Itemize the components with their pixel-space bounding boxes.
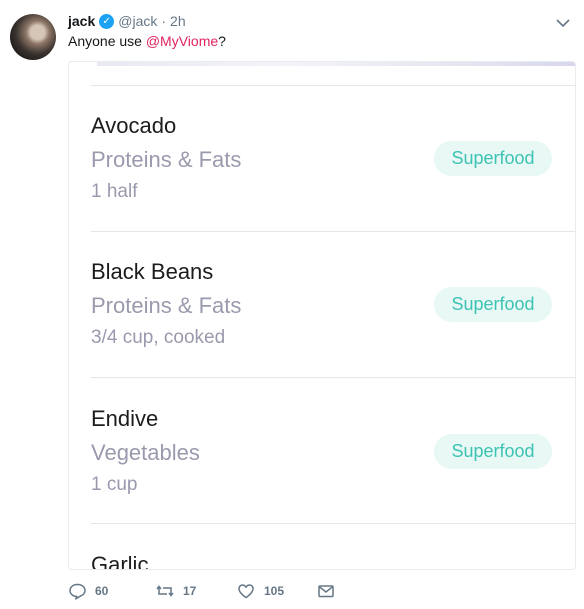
tweet-time[interactable]: 2h [170, 13, 186, 29]
author-handle[interactable]: @jack [118, 13, 157, 29]
envelope-icon [318, 585, 334, 598]
separator-dot: · [161, 13, 167, 29]
direct-message-button[interactable] [317, 582, 335, 600]
tweet-text: Anyone use @MyViome? [68, 33, 226, 49]
food-amount: 3/4 cup, cooked [91, 327, 226, 348]
divider [91, 85, 575, 86]
tweet-actions: 60 17 105 [68, 580, 335, 602]
divider [91, 231, 575, 232]
chevron-down-icon[interactable] [554, 14, 572, 32]
divider [91, 523, 575, 524]
divider [91, 377, 575, 378]
food-amount: 1 cup [91, 474, 138, 495]
like-count: 105 [264, 584, 285, 598]
food-name: Endive [91, 406, 159, 431]
tweet-text-suffix: ? [218, 33, 226, 49]
superfood-badge: Superfood [434, 434, 552, 469]
retweet-button[interactable]: 17 [156, 582, 237, 600]
retweet-icon [156, 585, 174, 597]
verified-badge-icon: ✓ [99, 13, 115, 29]
author-name[interactable]: jack [68, 13, 95, 29]
food-category: Vegetables [91, 440, 200, 465]
food-name: Garlic [91, 552, 149, 570]
card-top-fade [97, 62, 575, 66]
reply-count: 60 [95, 584, 109, 598]
mention-link[interactable]: @MyViome [146, 33, 218, 49]
superfood-badge: Superfood [434, 287, 552, 322]
reply-icon [69, 583, 86, 600]
food-category: Proteins & Fats [91, 147, 242, 172]
reply-button[interactable]: 60 [68, 582, 156, 600]
media-card[interactable]: Avocado Proteins & Fats 1 half Superfood… [68, 61, 576, 570]
food-name: Black Beans [91, 259, 214, 284]
avatar[interactable] [10, 14, 56, 60]
like-button[interactable]: 105 [237, 582, 317, 600]
tweet-text-prefix: Anyone use [68, 33, 146, 49]
superfood-badge: Superfood [434, 141, 552, 176]
tweet-header: jack ✓ @jack · 2h [68, 12, 186, 30]
food-amount: 1 half [91, 181, 138, 202]
retweet-count: 17 [183, 584, 197, 598]
heart-icon [238, 584, 254, 599]
food-name: Avocado [91, 113, 177, 138]
food-category: Proteins & Fats [91, 293, 242, 318]
